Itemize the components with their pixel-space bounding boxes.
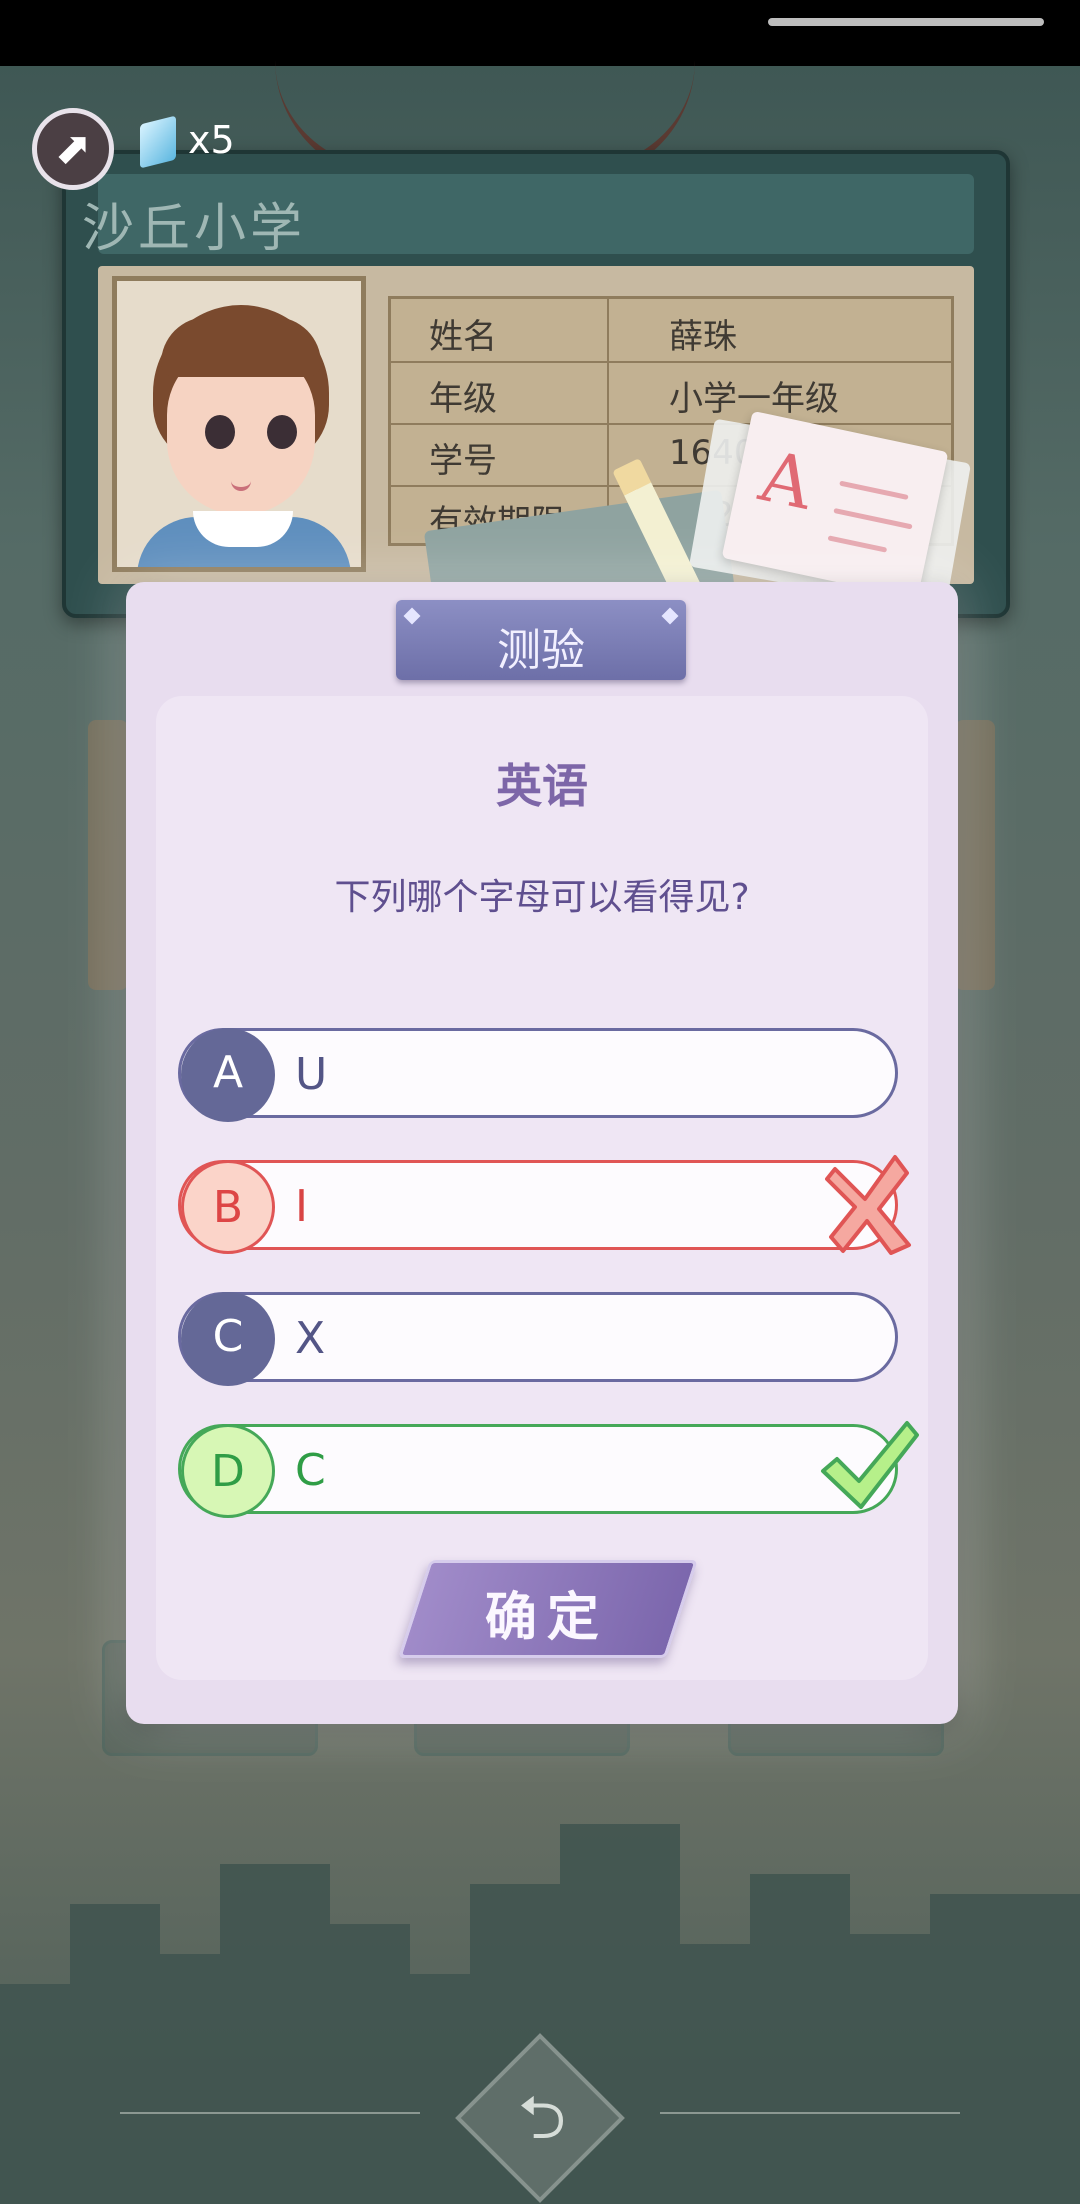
building [410, 1974, 470, 2204]
wrong-cross-icon [825, 1155, 911, 1255]
nav-divider [120, 2112, 420, 2114]
option-text: U [295, 1049, 328, 1100]
student-portrait [112, 276, 366, 572]
building [160, 1954, 220, 2204]
building [0, 1984, 70, 2204]
exit-button[interactable]: ⬈ [32, 108, 114, 190]
answer-option-a[interactable]: A U [178, 1028, 898, 1122]
quiz-tab: 测验 [396, 600, 686, 680]
background-panel [955, 720, 995, 990]
back-arrow-icon: ⮌ [517, 2083, 567, 2153]
status-handle [768, 18, 1044, 26]
info-row-grade: 年级 小学一年级 [391, 361, 951, 425]
answer-option-c[interactable]: C X [178, 1292, 898, 1386]
option-text: C [295, 1445, 326, 1496]
answer-option-b[interactable]: B I [178, 1155, 911, 1255]
paper-line [839, 480, 909, 500]
option-text: X [295, 1313, 326, 1364]
building [220, 1864, 330, 2204]
building [930, 1894, 1080, 2204]
info-value: 薛珠 [669, 317, 737, 357]
paper-line [827, 535, 888, 553]
paper-line [833, 507, 913, 530]
quiz-tab-label: 测验 [497, 625, 585, 676]
info-key: 姓名 [429, 317, 497, 357]
portrait-eye-left [205, 415, 235, 449]
quiz-dialog: 测验 英语 下列哪个字母可以看得见? A U B I C X D C 确定 [126, 582, 958, 1724]
status-bar [0, 0, 1080, 66]
info-key: 年级 [429, 379, 497, 419]
test-grade: A [753, 434, 820, 526]
gem-icon [140, 115, 176, 169]
answer-option-d[interactable]: D C [178, 1421, 919, 1518]
option-text: I [295, 1181, 308, 1232]
building [330, 1924, 410, 2204]
building [680, 1944, 750, 2204]
background-panel [88, 720, 128, 990]
confirm-button[interactable]: 确定 [398, 1560, 698, 1658]
option-letter: D [181, 1424, 275, 1518]
correct-check-icon [821, 1421, 919, 1509]
option-letter: A [181, 1028, 275, 1122]
portrait-bangs [161, 317, 321, 377]
option-letter: C [181, 1292, 275, 1386]
info-row-name: 姓名 薛珠 [391, 299, 951, 363]
confirm-label: 确定 [484, 1587, 609, 1648]
quiz-subject: 英语 [496, 759, 588, 813]
info-key: 学号 [429, 441, 497, 481]
portrait-eye-right [267, 415, 297, 449]
nav-divider [660, 2112, 960, 2114]
building [750, 1874, 850, 2204]
quiz-question: 下列哪个字母可以看得见? [334, 877, 750, 918]
gem-count: x5 [188, 118, 235, 162]
building [70, 1904, 160, 2204]
exit-icon: ⬈ [54, 123, 92, 174]
option-letter: B [181, 1160, 275, 1254]
school-name: 沙丘小学 [82, 199, 307, 259]
building [850, 1934, 930, 2204]
